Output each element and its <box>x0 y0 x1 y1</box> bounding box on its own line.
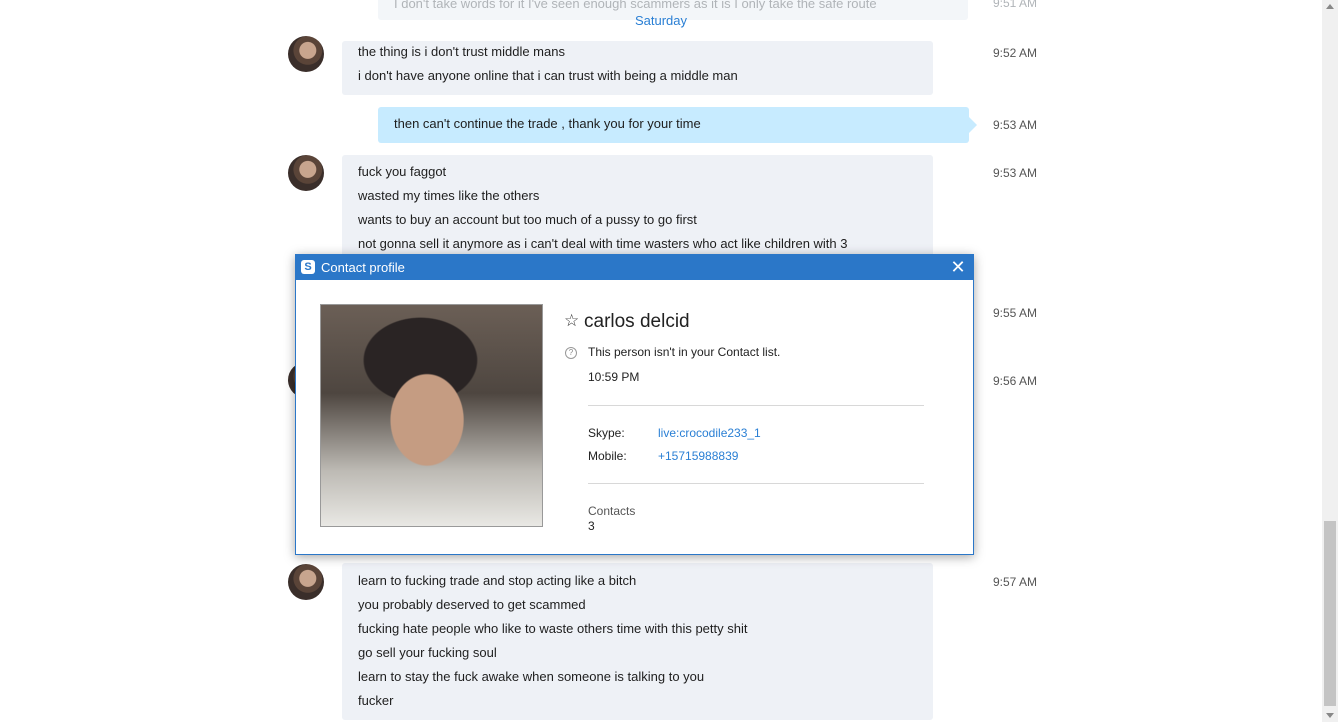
message-bubble: the thing is i don't trust middle mans i… <box>342 41 933 95</box>
scroll-down-arrow-icon[interactable] <box>1326 713 1334 718</box>
contact-profile-dialog: S Contact profile ✕ ☆ carlos delcid ? Th… <box>295 254 974 555</box>
faded-message-text: I don't take words for it I've seen enou… <box>394 0 877 11</box>
message-line: wants to buy an account but too much of … <box>358 212 697 227</box>
date-separator: Saturday <box>634 13 688 28</box>
message-line: learn to stay the fuck awake when someon… <box>358 669 705 684</box>
favorite-star-icon[interactable]: ☆ <box>564 311 579 331</box>
message-time: 9:52 AM <box>993 46 1038 60</box>
scroll-up-arrow-icon[interactable] <box>1326 4 1334 9</box>
mobile-label: Mobile: <box>588 449 627 463</box>
outgoing-message-bubble: then can't continue the trade , thank yo… <box>378 107 977 143</box>
message-time: 9:55 AM <box>993 306 1038 320</box>
mobile-number-link[interactable]: +15715988839 <box>658 449 738 463</box>
contact-name: carlos delcid <box>584 311 690 332</box>
dialog-title: Contact profile <box>321 260 405 275</box>
close-button[interactable]: ✕ <box>949 258 967 276</box>
skype-id-link[interactable]: live:crocodile233_1 <box>658 426 761 440</box>
dialog-titlebar[interactable]: S Contact profile ✕ <box>296 255 973 280</box>
message-time: 9:53 AM <box>993 118 1038 132</box>
message-bubble: fuck you faggot wasted my times like the… <box>342 155 933 265</box>
message-line: the thing is i don't trust middle mans <box>358 44 565 59</box>
message-line: wasted my times like the others <box>358 188 540 203</box>
message-line: then can't continue the trade , thank yo… <box>394 116 701 131</box>
divider <box>588 405 924 406</box>
contacts-label: Contacts <box>588 504 636 518</box>
faded-message-time: 9:51 AM <box>993 0 1038 10</box>
divider <box>588 483 924 484</box>
local-time: 10:59 PM <box>588 370 640 384</box>
profile-photo <box>320 304 543 527</box>
close-icon: ✕ <box>950 257 966 277</box>
message-line: fuck you faggot <box>358 164 447 179</box>
sender-avatar[interactable] <box>288 36 324 72</box>
message-time: 9:56 AM <box>993 374 1038 388</box>
sender-avatar[interactable] <box>288 155 324 191</box>
message-time: 9:53 AM <box>993 166 1038 180</box>
message-line: you probably deserved to get scammed <box>358 597 586 612</box>
message-line: fucking hate people who like to waste ot… <box>358 621 748 636</box>
contacts-count: 3 <box>588 519 595 533</box>
skype-logo-icon: S <box>301 260 315 274</box>
message-line: go sell your fucking soul <box>358 645 497 660</box>
skype-label: Skype: <box>588 426 625 440</box>
message-line: learn to fucking trade and stop acting l… <box>358 573 637 588</box>
message-line: not gonna sell it anymore as i can't dea… <box>358 236 848 251</box>
vertical-scrollbar[interactable] <box>1322 0 1338 722</box>
message-bubble: learn to fucking trade and stop acting l… <box>342 563 933 720</box>
message-time: 9:57 AM <box>993 575 1038 589</box>
question-mark-icon: ? <box>565 347 577 359</box>
contact-status: This person isn't in your Contact list. <box>588 345 781 359</box>
message-line: i don't have anyone online that i can tr… <box>358 68 738 83</box>
sender-avatar[interactable] <box>288 564 324 600</box>
scrollbar-thumb[interactable] <box>1324 521 1336 706</box>
message-line: fucker <box>358 693 394 708</box>
